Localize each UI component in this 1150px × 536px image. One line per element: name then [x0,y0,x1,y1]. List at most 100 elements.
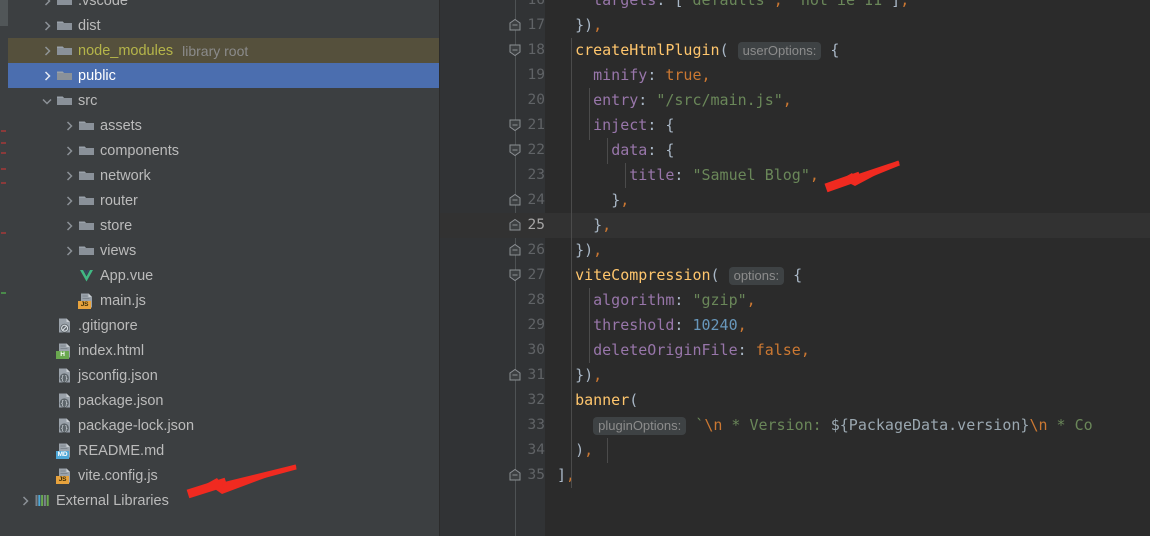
line-number: 19 [527,67,545,83]
code-fold-end-icon[interactable] [509,193,522,207]
gutter-line[interactable]: 21 [440,113,545,138]
tree-item-vite-config-js[interactable]: JS vite.config.js [8,463,439,488]
tree-item-store[interactable]: store [8,213,439,238]
gutter-line[interactable]: 31 [440,363,545,388]
tree-item-components[interactable]: components [8,138,439,163]
tree-item-src[interactable]: src [8,88,439,113]
gutter-line[interactable]: 33 [440,413,545,438]
gutter-line[interactable]: 18 [440,38,545,63]
code-line-text: }, [557,213,611,238]
error-marker[interactable] [1,232,6,234]
editor-line[interactable]: entry: "/src/main.js", [545,88,1150,113]
editor-line[interactable]: viteCompression( options: { [545,263,1150,288]
editor-line[interactable]: data: { [545,138,1150,163]
error-marker[interactable] [1,130,6,132]
editor-line[interactable]: minify: true, [545,63,1150,88]
editor-line[interactable]: ), [545,438,1150,463]
tree-item-node-modules[interactable]: node_modules library root [8,38,439,63]
editor-line[interactable]: algorithm: "gzip", [545,288,1150,313]
editor-gutter[interactable]: 16 17 18 19 20 21 22 23 24 25 26 27 28 29 30 31 32 33 34 35 [440,0,545,536]
gutter-line[interactable]: 34 [440,438,545,463]
gutter-line[interactable]: 17 [440,13,545,38]
editor-line[interactable]: }, [545,188,1150,213]
chevron-right-icon[interactable] [40,19,54,33]
code-fold-start-icon[interactable] [509,144,522,157]
code-fold-end-icon[interactable] [509,368,522,382]
editor-line[interactable]: threshold: 10240, [545,313,1150,338]
vcs-change-marker[interactable] [1,292,6,294]
chevron-right-icon[interactable] [62,144,76,158]
code-fold-start-icon[interactable] [509,119,522,132]
code-line-text: ), [557,438,593,463]
gutter-line[interactable]: 30 [440,338,545,363]
gutter-line[interactable]: 35 [440,463,545,488]
code-fold-end-icon[interactable] [509,18,522,32]
code-fold-end-icon[interactable] [509,468,522,482]
code-text-area[interactable]: targets: ["defaults", "not ie 11"], }), … [545,0,1150,536]
tool-window-stub[interactable] [0,0,8,26]
tree-item-views[interactable]: views [8,238,439,263]
error-marker[interactable] [1,142,6,144]
tree-item-assets[interactable]: assets [8,113,439,138]
tree-item-network[interactable]: network [8,163,439,188]
chevron-down-icon[interactable] [40,94,54,108]
code-fold-end-icon[interactable] [509,218,522,232]
editor-line[interactable]: ], [545,463,1150,488]
project-tree-panel[interactable]: .vscode dist node_modules library root publi… [8,0,440,536]
code-editor[interactable]: 16 17 18 19 20 21 22 23 24 25 26 27 28 29 30 31 32 33 34 35… [440,0,1150,536]
chevron-right-icon[interactable] [40,0,54,8]
editor-line[interactable]: pluginOptions: `\n * Version: ${PackageD… [545,413,1150,438]
tree-item-readme-md[interactable]: MD README.md [8,438,439,463]
chevron-right-icon[interactable] [18,494,32,508]
tree-item-app-vue[interactable]: App.vue [8,263,439,288]
chevron-right-icon[interactable] [62,219,76,233]
gutter-line[interactable]: 19 [440,63,545,88]
chevron-right-icon[interactable] [62,119,76,133]
tree-item-index-html[interactable]: Hindex.html [8,338,439,363]
tree-item-external-libraries[interactable]: External Libraries [8,488,439,513]
editor-line[interactable]: }), [545,13,1150,38]
chevron-right-icon[interactable] [40,44,54,58]
gutter-line[interactable]: 24 [440,188,545,213]
editor-line[interactable]: }), [545,238,1150,263]
editor-line[interactable]: inject: { [545,113,1150,138]
gutter-line[interactable]: 23 [440,163,545,188]
tree-item-package-lock-json[interactable]: {} package-lock.json [8,413,439,438]
gutter-line[interactable]: 32 [440,388,545,413]
tree-item--gitignore[interactable]: .gitignore [8,313,439,338]
chevron-right-icon[interactable] [62,169,76,183]
gutter-line[interactable]: 26 [440,238,545,263]
chevron-right-icon[interactable] [62,194,76,208]
gutter-line[interactable]: 28 [440,288,545,313]
gutter-line[interactable]: 27 [440,263,545,288]
editor-line[interactable]: title: "Samuel Blog", [545,163,1150,188]
code-fold-start-icon[interactable] [509,269,522,282]
code-fold-start-icon[interactable] [509,44,522,57]
gutter-line[interactable]: 16 [440,0,545,13]
gutter-line[interactable]: 20 [440,88,545,113]
error-marker[interactable] [1,152,6,154]
chevron-right-icon[interactable] [62,244,76,258]
gutter-line[interactable]: 25 [440,213,545,238]
editor-line[interactable]: targets: ["defaults", "not ie 11"], [545,0,1150,13]
editor-line[interactable]: }, [545,213,1150,238]
tree-item-jsconfig-json[interactable]: {} jsconfig.json [8,363,439,388]
tree-item-public[interactable]: public [8,63,439,88]
tree-item-main-js[interactable]: JS main.js [8,288,439,313]
tree-item-label: network [100,167,151,184]
tree-item-router[interactable]: router [8,188,439,213]
code-token: : [674,316,693,334]
editor-line[interactable]: }), [545,363,1150,388]
tree-item-package-json[interactable]: {} package.json [8,388,439,413]
gutter-line[interactable]: 29 [440,313,545,338]
code-fold-end-icon[interactable] [509,243,522,257]
tree-item--vscode[interactable]: .vscode [8,0,439,13]
editor-line[interactable]: banner( [545,388,1150,413]
error-marker[interactable] [1,182,6,184]
editor-line[interactable]: createHtmlPlugin( userOptions: { [545,38,1150,63]
tree-item-dist[interactable]: dist [8,13,439,38]
chevron-right-icon[interactable] [40,69,54,83]
error-marker[interactable] [1,168,6,170]
editor-line[interactable]: deleteOriginFile: false, [545,338,1150,363]
gutter-line[interactable]: 22 [440,138,545,163]
